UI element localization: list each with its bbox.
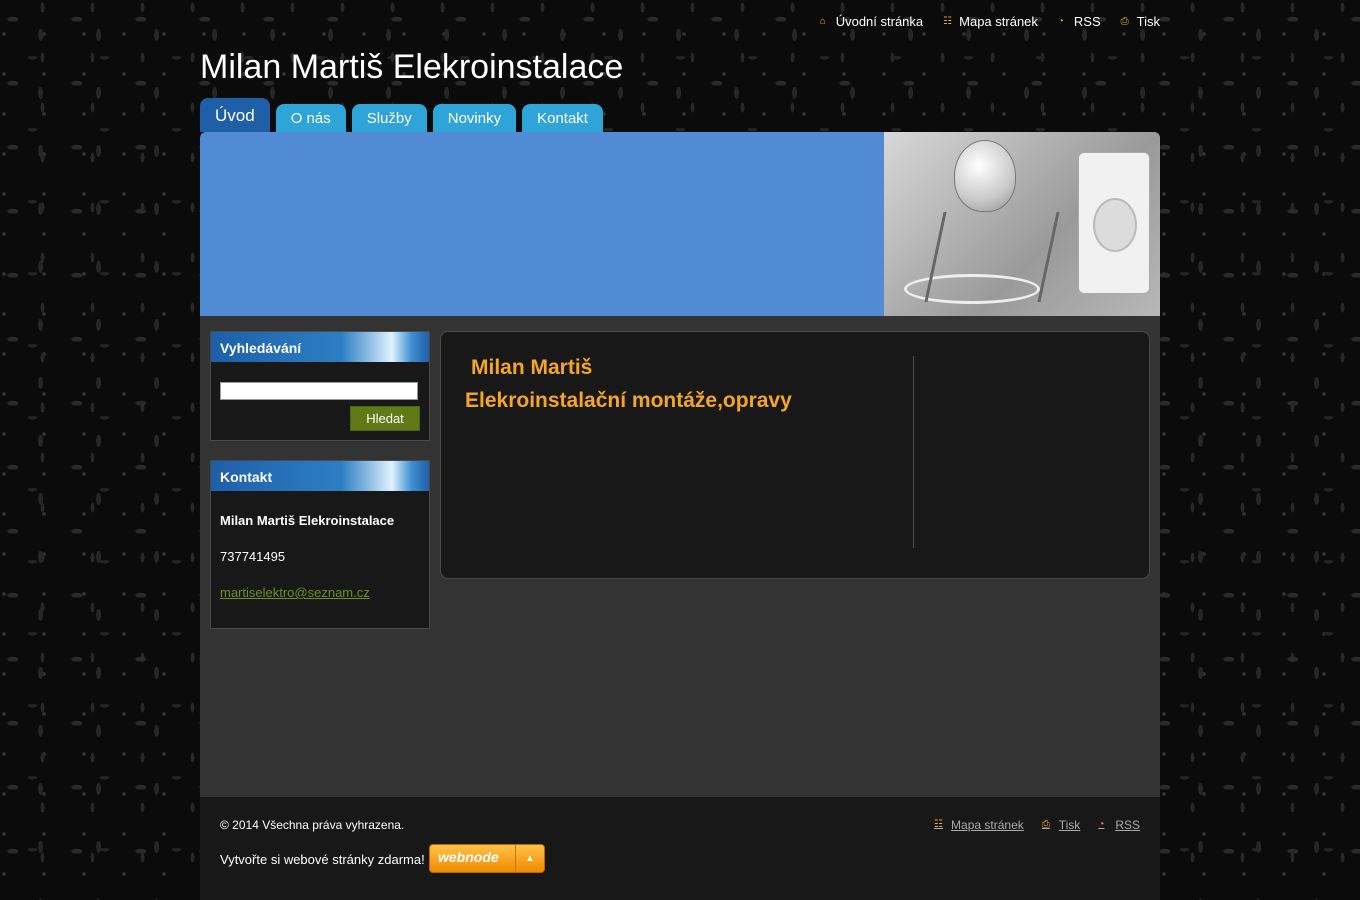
footer-link-rss[interactable]: ◔ RSS — [1098, 818, 1140, 832]
contact-widget: Kontakt Milan Martiš Elekroinstalace 737… — [210, 460, 430, 629]
robot-legs-shape — [924, 212, 1060, 302]
top-link-sitemap[interactable]: ☷ Mapa stránek — [943, 14, 1038, 29]
page-heading: Milan Martiš — [471, 356, 593, 379]
print-icon: ⎙ — [1120, 15, 1129, 27]
site-title[interactable]: Milan Martiš Elekroinstalace — [200, 48, 623, 87]
page-subheading: Elekroinstalační montáže,opravy — [465, 389, 792, 412]
arrow-up-icon: ▲ — [515, 845, 544, 872]
home-icon: ⌂ — [819, 15, 826, 27]
content-area: Vyhledávání Hledat Kontakt Milan Martiš … — [200, 316, 1160, 797]
footer-links: ☷ Mapa stránek ⎙ Tisk ◔ RSS — [934, 818, 1140, 832]
rss-icon: ◔ — [1057, 15, 1064, 27]
create-site-text: Vytvořte si webové stránky zdarma! — [220, 852, 425, 867]
tab-sluzby[interactable]: Služby — [351, 104, 427, 132]
contact-email-link[interactable]: martiselektro@seznam.cz — [220, 585, 370, 600]
main-nav: Úvod O nás Služby Novinky Kontakt — [200, 98, 603, 132]
socket-hole — [1093, 198, 1137, 252]
main-content: Milan Martiš Elekroinstalační montáže,op… — [440, 331, 1150, 579]
column-divider — [913, 356, 914, 548]
copyright: © 2014 Všechna práva vyhrazena. — [220, 818, 405, 832]
footer: © 2014 Všechna práva vyhrazena. Vytvořte… — [200, 797, 1160, 900]
tab-o-nas[interactable]: O nás — [275, 104, 346, 132]
contact-widget-title: Kontakt — [211, 461, 429, 491]
footer-link-sitemap[interactable]: ☷ Mapa stránek — [934, 818, 1024, 832]
tab-novinky[interactable]: Novinky — [432, 104, 517, 132]
tab-uvod[interactable]: Úvod — [200, 98, 270, 132]
search-button[interactable]: Hledat — [350, 406, 420, 431]
socket-icon — [1078, 152, 1150, 294]
search-input[interactable] — [220, 382, 418, 400]
top-links: ⌂ Úvodní stránka ☷ Mapa stránek ◔ RSS ⎙ Tisk — [820, 14, 1160, 29]
lightbulb-icon — [954, 140, 1016, 212]
sitemap-icon: ☷ — [934, 819, 944, 830]
banner-image — [884, 132, 1160, 316]
print-icon: ⎙ — [1041, 819, 1050, 830]
top-link-home[interactable]: ⌂ Úvodní stránka — [820, 14, 923, 29]
webnode-button[interactable]: webnode ▲ — [429, 844, 545, 873]
top-link-print[interactable]: ⎙ Tisk — [1121, 14, 1160, 29]
sitemap-icon: ☷ — [943, 15, 953, 27]
tab-kontakt[interactable]: Kontakt — [522, 104, 603, 132]
top-link-rss[interactable]: ◔ RSS — [1058, 14, 1101, 29]
search-widget-title: Vyhledávání — [211, 332, 429, 362]
contact-phone: 737741495 — [220, 549, 286, 564]
header-banner — [200, 132, 1160, 316]
webnode-logo: webnode — [438, 849, 499, 865]
contact-name: Milan Martiš Elekroinstalace — [220, 513, 395, 528]
search-widget: Vyhledávání Hledat — [210, 331, 430, 441]
footer-link-print[interactable]: ⎙ Tisk — [1042, 818, 1081, 832]
rss-icon: ◔ — [1098, 819, 1105, 830]
